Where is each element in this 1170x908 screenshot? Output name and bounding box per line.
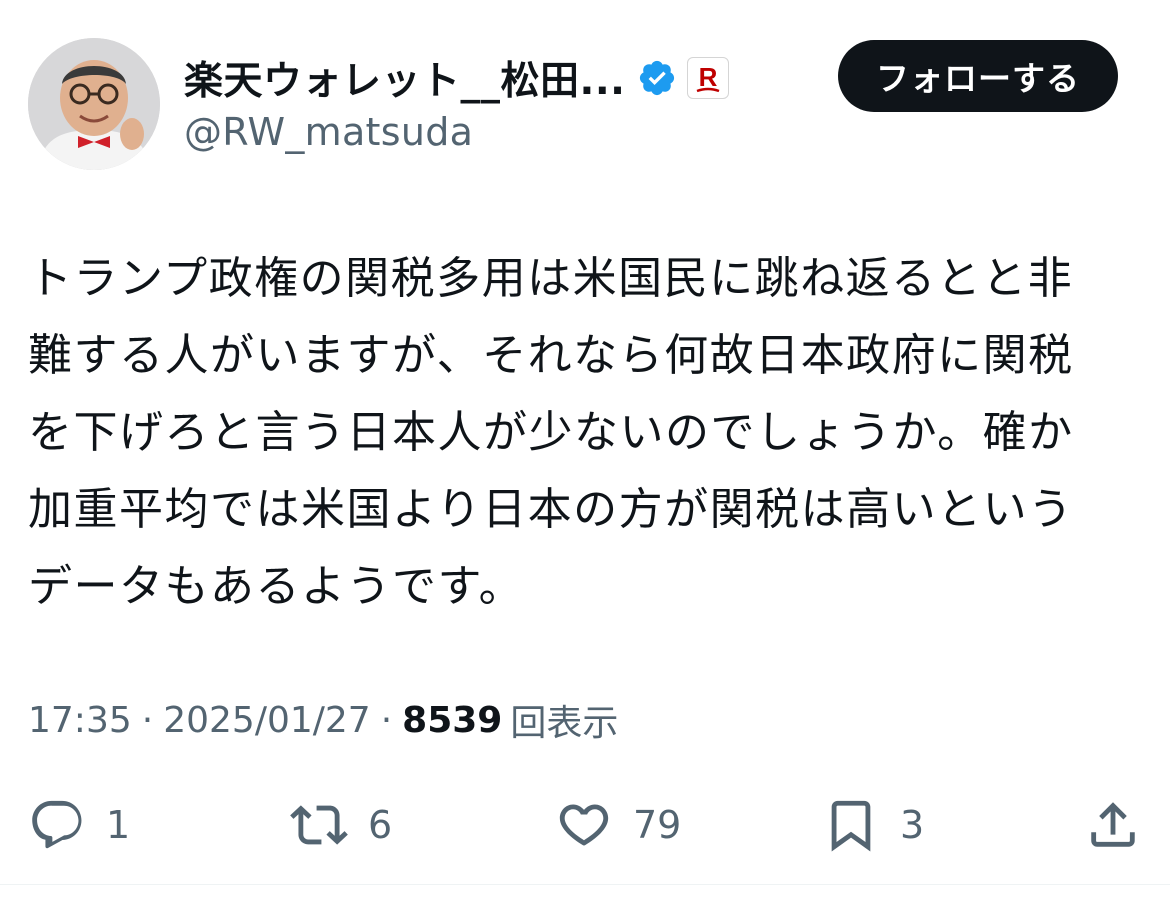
reply-count: 1	[106, 803, 131, 847]
tweet-text: トランプ政権の関税多用は米国民に跳ね返るとと非 難する人がいますが、それなら何故…	[28, 253, 1074, 612]
reply-icon	[32, 800, 82, 849]
views-count: 8539	[402, 699, 503, 741]
retweet-count: 6	[368, 803, 393, 847]
tweet-header: 楽天ウォレット__松田... R @RW_matsuda フォローする	[28, 38, 1143, 172]
tweet-meta: 17:35 · 2025/01/27 · 8539 回表示	[28, 690, 618, 750]
display-name[interactable]: 楽天ウォレット__松田...	[184, 50, 625, 106]
bookmark-count: 3	[900, 803, 925, 847]
avatar-image	[28, 38, 160, 170]
follow-button[interactable]: フォローする	[838, 40, 1118, 112]
action-bar: 1 6 79 3	[0, 785, 1170, 865]
bookmark-icon	[831, 800, 871, 852]
rakuten-r-icon: R	[697, 62, 720, 93]
handle[interactable]: @RW_matsuda	[184, 110, 729, 154]
like-count: 79	[633, 803, 682, 847]
reply-button[interactable]: 1	[28, 785, 130, 865]
views-label: 回表示	[510, 703, 619, 744]
bookmark-button[interactable]: 3	[822, 785, 924, 865]
share-button[interactable]	[1084, 785, 1142, 865]
rakuten-badge-icon: R	[687, 57, 730, 99]
avatar[interactable]	[28, 38, 160, 170]
meta-separator: ·	[380, 699, 393, 741]
share-icon	[1091, 802, 1135, 847]
svg-text:R: R	[699, 62, 718, 92]
retweet-icon	[290, 805, 348, 845]
tweet-date[interactable]: 2025/01/27	[163, 700, 371, 741]
like-button[interactable]: 79	[555, 785, 681, 865]
tweet-time[interactable]: 17:35	[28, 700, 132, 741]
verified-badge-icon	[640, 60, 675, 96]
author-info: 楽天ウォレット__松田... R @RW_matsuda	[184, 50, 730, 154]
retweet-button[interactable]: 6	[290, 785, 392, 865]
meta-separator: ·	[141, 699, 154, 741]
bottom-divider	[0, 884, 1170, 885]
heart-icon	[559, 804, 609, 846]
